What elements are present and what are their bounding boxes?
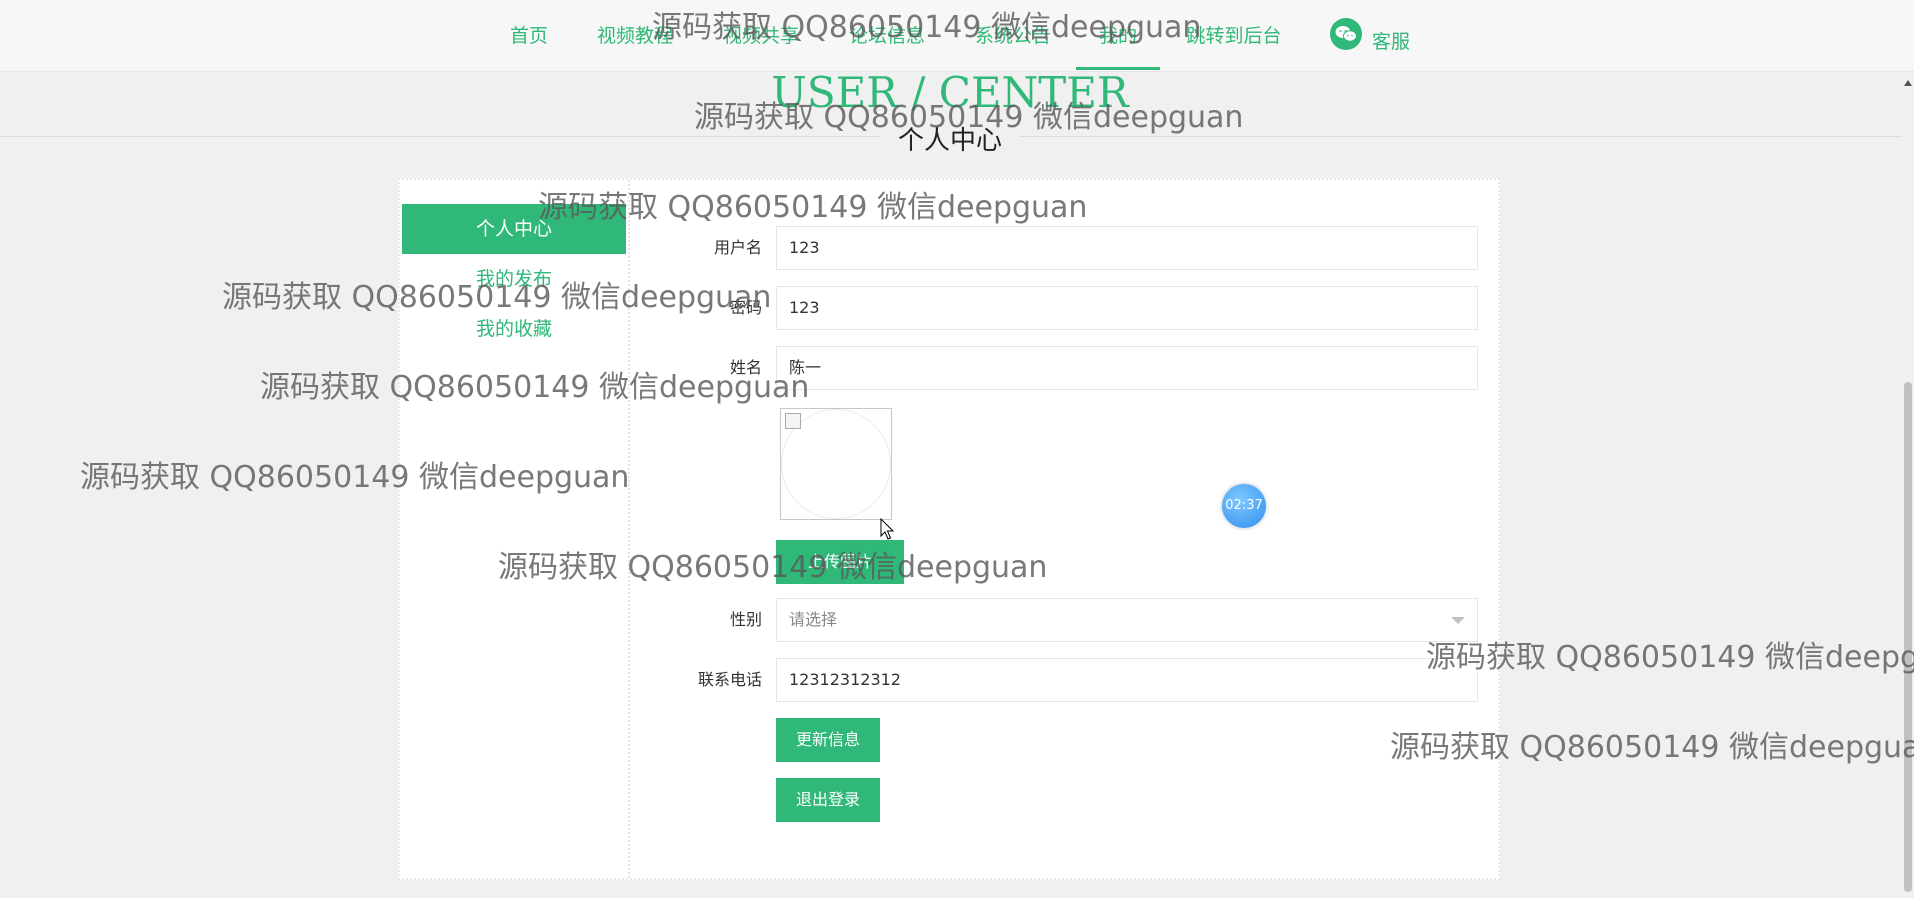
top-navigation: 首页 视频教程 视频共享 论坛信息 系统公告 我的 跳转到后台 客服 <box>0 0 1914 72</box>
update-info-button[interactable]: 更新信息 <box>776 718 880 762</box>
upload-image-button[interactable]: 上传图片 <box>776 540 904 584</box>
phone-label: 联系电话 <box>697 670 762 689</box>
sidebar-item-my-posts[interactable]: 我的发布 <box>402 254 626 304</box>
gender-row: 性别 请选择 <box>640 598 1482 642</box>
mouse-cursor-icon <box>880 518 895 540</box>
avatar <box>780 408 892 520</box>
wechat-icon[interactable] <box>1330 18 1362 50</box>
username-label: 用户名 <box>713 238 762 257</box>
scroll-up-arrow-icon[interactable] <box>1904 80 1912 86</box>
nav-item-video-tutorials[interactable]: 视频教程 <box>594 0 676 72</box>
name-row: 姓名 陈一 <box>640 346 1482 390</box>
sidebar-item-my-favorites[interactable]: 我的收藏 <box>402 304 626 354</box>
nav-item-forum[interactable]: 论坛信息 <box>846 0 928 72</box>
password-input[interactable]: 123 <box>776 286 1478 330</box>
chevron-down-icon <box>1451 617 1465 624</box>
scroll-thumb[interactable] <box>1904 382 1912 892</box>
gender-select[interactable]: 请选择 <box>776 598 1478 642</box>
nav-item-video-sharing[interactable]: 视频共享 <box>720 0 802 72</box>
page-scrollbar[interactable] <box>1902 72 1914 898</box>
gender-select-placeholder: 请选择 <box>789 610 838 629</box>
gender-label: 性别 <box>729 610 762 629</box>
nav-item-service[interactable]: 客服 <box>1368 6 1414 78</box>
wechat-bubbles-icon <box>1335 26 1357 42</box>
name-label: 姓名 <box>729 358 762 377</box>
user-center-panel: 个人中心 我的发布 我的收藏 用户名 123 密码 123 姓名 陈一 上传图片… <box>398 178 1500 880</box>
broken-image-icon <box>785 413 801 429</box>
nav-item-home[interactable]: 首页 <box>506 0 552 72</box>
password-row: 密码 123 <box>640 286 1482 330</box>
nav-item-announcements[interactable]: 系统公告 <box>972 0 1054 72</box>
nav-item-admin[interactable]: 跳转到后台 <box>1182 0 1286 72</box>
page-title: 个人中心 <box>880 120 1020 157</box>
sidebar-item-user-center[interactable]: 个人中心 <box>402 204 626 254</box>
password-label: 密码 <box>729 298 762 317</box>
name-input[interactable]: 陈一 <box>776 346 1478 390</box>
phone-row: 联系电话 12312312312 <box>640 658 1482 702</box>
banner-title-en: USER / CENTER <box>771 68 1129 117</box>
nav-item-mine[interactable]: 我的 <box>1076 0 1160 72</box>
logout-button[interactable]: 退出登录 <box>776 778 880 822</box>
sidebar: 个人中心 我的发布 我的收藏 <box>400 180 630 878</box>
timer-badge[interactable]: 02:37 <box>1222 484 1266 528</box>
username-row: 用户名 123 <box>640 226 1482 270</box>
username-input[interactable]: 123 <box>776 226 1478 270</box>
phone-input[interactable]: 12312312312 <box>776 658 1478 702</box>
